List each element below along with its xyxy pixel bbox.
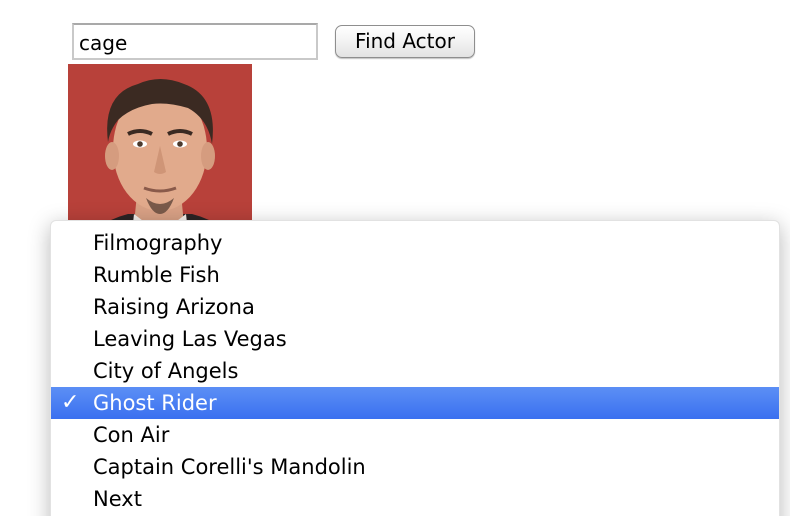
- menu-item-next[interactable]: Next: [51, 483, 779, 515]
- menu-item-label: Leaving Las Vegas: [93, 327, 287, 351]
- menu-item-label: Rumble Fish: [93, 263, 220, 287]
- menu-item-label: Con Air: [93, 423, 170, 447]
- menu-item-raising-arizona[interactable]: Raising Arizona: [51, 291, 779, 323]
- menu-item-rumble-fish[interactable]: Rumble Fish: [51, 259, 779, 291]
- menu-item-ghost-rider[interactable]: ✓ Ghost Rider: [51, 387, 779, 419]
- menu-item-city-of-angels[interactable]: City of Angels: [51, 355, 779, 387]
- menu-item-label: Ghost Rider: [93, 391, 217, 415]
- filmography-dropdown[interactable]: Filmography Rumble Fish Raising Arizona …: [50, 220, 780, 516]
- menu-item-filmography[interactable]: Filmography: [51, 227, 779, 259]
- menu-item-label: Filmography: [93, 231, 223, 255]
- menu-item-label: Captain Corelli's Mandolin: [93, 455, 366, 479]
- menu-item-con-air[interactable]: Con Air: [51, 419, 779, 451]
- checkmark-icon: ✓: [61, 390, 80, 415]
- menu-item-label: Next: [93, 487, 142, 511]
- menu-item-leaving-las-vegas[interactable]: Leaving Las Vegas: [51, 323, 779, 355]
- find-actor-button[interactable]: Find Actor: [335, 25, 475, 58]
- menu-item-captain-corellis-mandolin[interactable]: Captain Corelli's Mandolin: [51, 451, 779, 483]
- menu-item-label: City of Angels: [93, 359, 239, 383]
- actor-search-input[interactable]: [72, 23, 318, 60]
- menu-item-label: Raising Arizona: [93, 295, 255, 319]
